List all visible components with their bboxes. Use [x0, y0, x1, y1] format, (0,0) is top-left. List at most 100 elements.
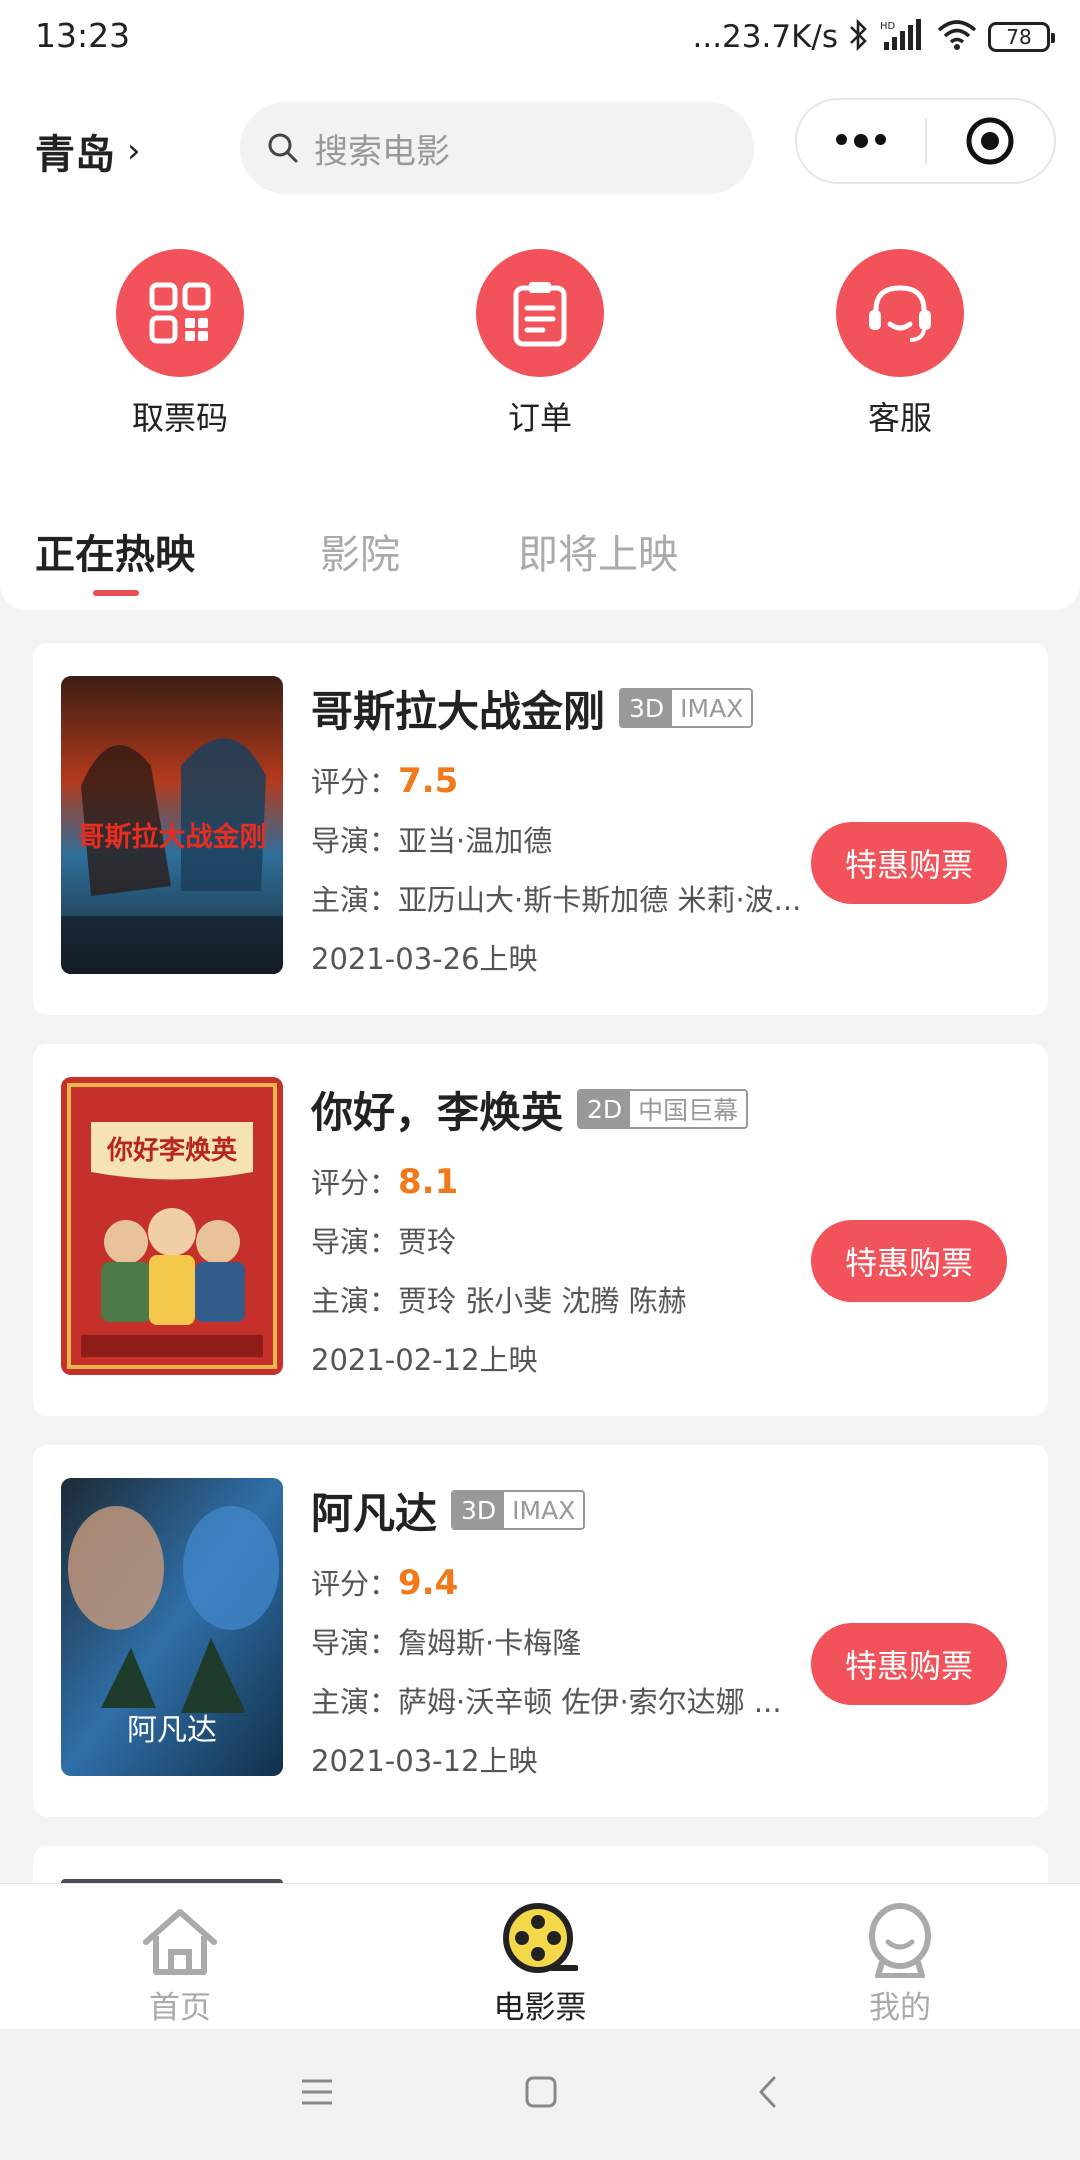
movie-director-row: 导演：亚当·温加德: [311, 818, 552, 860]
actors-label: 主演：: [311, 1685, 399, 1719]
movie-director-row: 导演：詹姆斯·卡梅隆: [311, 1620, 581, 1662]
wifi-icon: [936, 18, 978, 56]
movie-actors: 贾玲 张小斐 沈腾 陈赫: [398, 1284, 687, 1318]
status-icons: ...23.7K/s HD 78: [692, 14, 1055, 60]
actors-label: 主演：: [311, 883, 399, 917]
city-selector[interactable]: 青岛 ›: [35, 122, 141, 180]
bottom-tab-bar: 首页 电影票 我的: [0, 1883, 1080, 2030]
score-label: 评分：: [311, 1166, 399, 1200]
movie-card[interactable]: 你好李焕英 你好，李焕英 2D 中国巨幕 评分：8.1 导演：贾玲 主演：贾玲 …: [33, 1044, 1048, 1416]
movie-title-row: 你好，李焕英 2D 中国巨幕: [311, 1082, 749, 1137]
movie-title: 你好，李焕英: [311, 1087, 564, 1137]
home-square-icon[interactable]: [524, 2075, 558, 2109]
movie-actors-row: 主演：贾玲 张小斐 沈腾 陈赫: [311, 1278, 687, 1320]
buy-ticket-button[interactable]: 特惠购票: [811, 822, 1007, 904]
quick-action-ticket-code[interactable]: 取票码: [80, 249, 280, 439]
search-bar[interactable]: 搜索电影: [240, 102, 754, 194]
chevron-right-icon: ›: [127, 131, 141, 171]
format-screen: IMAX: [504, 1492, 584, 1528]
movie-score: 8.1: [398, 1162, 459, 1202]
status-time: 13:23: [35, 16, 131, 55]
quick-action-orders[interactable]: 订单: [440, 249, 640, 439]
movie-card[interactable]: [33, 1846, 1048, 1883]
movie-poster: 阿凡达: [61, 1478, 283, 1776]
tab-cinemas[interactable]: 影院: [320, 522, 400, 580]
back-icon[interactable]: [752, 2075, 786, 2109]
menu-icon[interactable]: [300, 2075, 334, 2109]
nav-label: 首页: [149, 1990, 211, 2026]
director-label: 导演：: [311, 1626, 399, 1660]
active-tab-indicator: [93, 590, 139, 596]
buy-ticket-button[interactable]: 特惠购票: [811, 1220, 1007, 1302]
city-name: 青岛: [35, 132, 115, 178]
nav-label: 电影票: [493, 1990, 587, 2026]
battery-icon: 78: [988, 22, 1055, 52]
quick-action-customer-service[interactable]: 客服: [800, 249, 1000, 439]
search-icon: [268, 133, 298, 163]
bluetooth-icon: [848, 18, 870, 56]
movie-card[interactable]: 阿凡达 阿凡达 3D IMAX 评分：9.4 导演：詹姆斯·卡梅隆 主演：萨姆·…: [33, 1445, 1048, 1817]
profile-icon: [780, 1898, 1020, 1978]
movie-score: 9.4: [398, 1563, 459, 1603]
movie-release-date: 2021-03-12上映: [311, 1744, 538, 1778]
tab-bar: 正在热映 影院 即将上映: [0, 518, 1080, 608]
system-navigation-bar: [0, 2029, 1080, 2160]
movie-director: 詹姆斯·卡梅隆: [398, 1626, 582, 1660]
movie-score: 7.5: [398, 761, 459, 801]
format-badge: 2D 中国巨幕: [577, 1089, 749, 1129]
close-miniprogram-icon[interactable]: [927, 115, 1055, 167]
movie-poster: 你好李焕英: [61, 1077, 283, 1375]
signal-icon: HD: [880, 18, 926, 56]
buy-ticket-button[interactable]: 特惠购票: [811, 1623, 1007, 1705]
poster-title: 你好李焕英: [106, 1136, 238, 1166]
movie-title-row: 阿凡达 3D IMAX: [311, 1483, 586, 1538]
movie-actors-row: 主演：萨姆·沃辛顿 佐伊·索尔达娜 ...: [311, 1679, 782, 1721]
actors-label: 主演：: [311, 1284, 399, 1318]
tab-coming-soon[interactable]: 即将上映: [518, 522, 678, 580]
movie-title-row: 哥斯拉大战金刚 3D IMAX: [311, 681, 754, 736]
movie-title: 阿凡达: [311, 1488, 438, 1538]
movie-actors: 萨姆·沃辛顿 佐伊·索尔达娜 ...: [398, 1685, 782, 1719]
format-badge: 3D IMAX: [451, 1490, 586, 1530]
top-panel: 青岛 › 搜索电影 取票码 订单 客服 正在热映 影院 即将上映: [0, 78, 1080, 610]
format-dimension: 2D: [579, 1091, 631, 1127]
movie-card[interactable]: 哥斯拉大战金刚 哥斯拉大战金刚 3D IMAX 评分：7.5 导演：亚当·温加德…: [33, 643, 1048, 1015]
format-badge: 3D IMAX: [619, 688, 754, 728]
movie-score-row: 评分：7.5: [311, 759, 458, 801]
movie-score-row: 评分：9.4: [311, 1561, 458, 1603]
poster-title: 阿凡达: [127, 1713, 217, 1748]
nav-home[interactable]: 首页: [60, 1898, 300, 2027]
format-screen: IMAX: [672, 690, 752, 726]
movie-title: 哥斯拉大战金刚: [311, 686, 606, 736]
poster-title: 哥斯拉大战金刚: [78, 821, 267, 853]
status-bar: 13:23 ...23.7K/s HD 78: [0, 0, 1080, 78]
movie-director: 亚当·温加德: [398, 824, 553, 858]
quick-action-label: 订单: [507, 399, 572, 437]
headset-icon: [836, 249, 964, 377]
svg-text:HD: HD: [880, 21, 896, 32]
movie-director: 贾玲: [398, 1225, 457, 1259]
clipboard-icon: [476, 249, 604, 377]
tab-now-showing[interactable]: 正在热映: [35, 522, 195, 580]
quick-action-label: 取票码: [131, 399, 228, 437]
network-speed: ...23.7K/s: [692, 19, 838, 55]
movie-poster: 哥斯拉大战金刚: [61, 676, 283, 974]
movie-director-row: 导演：贾玲: [311, 1219, 456, 1261]
director-label: 导演：: [311, 824, 399, 858]
more-options-icon[interactable]: [797, 134, 925, 148]
format-screen: 中国巨幕: [630, 1091, 747, 1127]
nav-profile[interactable]: 我的: [780, 1898, 1020, 2027]
search-placeholder: 搜索电影: [314, 131, 450, 172]
miniprogram-capsule: [795, 98, 1056, 184]
movie-actors: 亚历山大·斯卡斯加德 米莉·波...: [398, 883, 802, 917]
score-label: 评分：: [311, 765, 399, 799]
format-dimension: 3D: [453, 1492, 505, 1528]
nav-movie-tickets[interactable]: 电影票: [420, 1898, 660, 2027]
score-label: 评分：: [311, 1567, 399, 1601]
quick-action-label: 客服: [867, 399, 932, 437]
nav-label: 我的: [869, 1990, 931, 2026]
movie-release-date: 2021-03-26上映: [311, 942, 538, 976]
director-label: 导演：: [311, 1225, 399, 1259]
movie-actors-row: 主演：亚历山大·斯卡斯加德 米莉·波...: [311, 877, 801, 919]
format-dimension: 3D: [621, 690, 673, 726]
